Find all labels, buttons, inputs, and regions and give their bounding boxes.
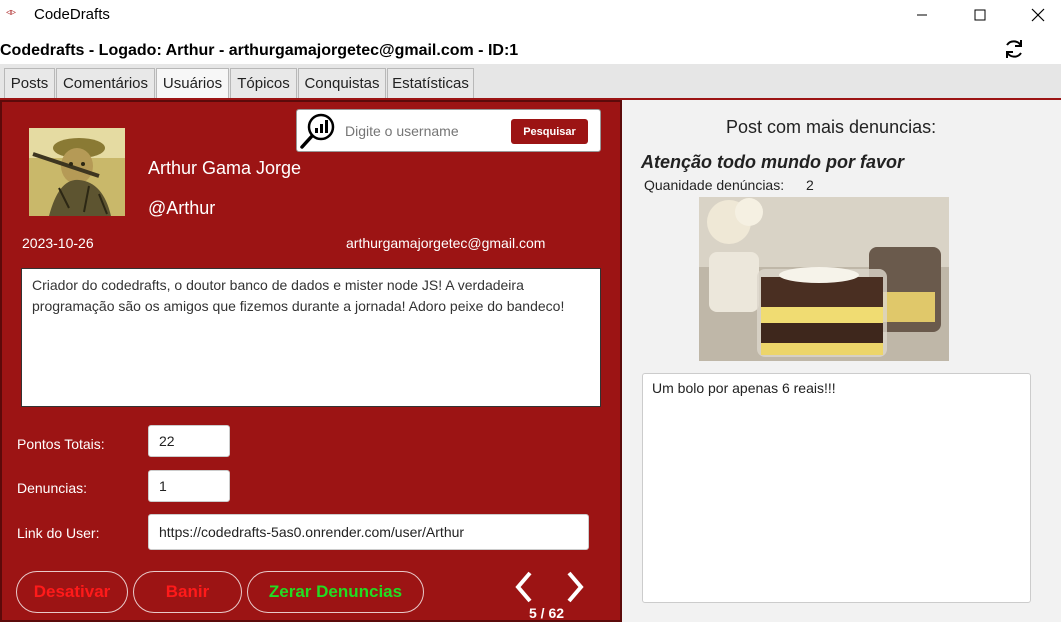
session-info: Codedrafts - Logado: Arthur - arthurgama… (0, 42, 519, 59)
page-counter: 5 / 62 (529, 605, 565, 621)
minimize-button[interactable] (899, 0, 945, 30)
refresh-icon[interactable] (1002, 37, 1026, 61)
avatar (29, 128, 125, 216)
most-reported-panel: Post com mais denuncias: Atenção todo mu… (622, 100, 1061, 622)
user-username: @Arthur (148, 198, 216, 218)
user-bio[interactable]: Criador do codedrafts, o doutor banco de… (21, 268, 601, 407)
codedrafts-logo-icon: ◃▹ (6, 7, 17, 18)
maximize-icon (974, 9, 986, 21)
user-detail-panel: Arthur Gama Jorge @Arthur 2023-10-26 art… (0, 100, 622, 622)
search-stats-icon (300, 113, 335, 149)
link-label: Link do User: (17, 525, 100, 541)
maximize-button[interactable] (957, 0, 1003, 30)
ban-button[interactable]: Banir (133, 571, 242, 613)
close-icon (1031, 8, 1045, 22)
user-join-date: 2023-10-26 (22, 235, 94, 251)
deactivate-button[interactable]: Desativar (16, 571, 128, 613)
session-info-bar: Codedrafts - Logado: Arthur - arthurgama… (0, 30, 1061, 64)
post-image (699, 197, 949, 361)
search-input[interactable] (345, 119, 505, 143)
report-count: 2 (806, 177, 814, 193)
user-search: Pesquisar (296, 109, 601, 152)
points-field[interactable]: 22 (148, 425, 230, 457)
post-title: Atenção todo mundo por favor (641, 152, 904, 172)
post-body[interactable]: Um bolo por apenas 6 reais!!! (642, 373, 1031, 603)
most-reported-heading: Post com mais denuncias: (726, 117, 937, 137)
tab-topicos[interactable]: Tópicos (230, 68, 297, 98)
tab-conquistas[interactable]: Conquistas (298, 68, 386, 98)
tab-usuarios[interactable]: Usuários (156, 68, 229, 98)
user-email: arthurgamajorgetec@gmail.com (346, 235, 546, 251)
window-titlebar: ◃▹ CodeDrafts (0, 0, 1061, 30)
tab-estatisticas[interactable]: Estatísticas (387, 68, 474, 98)
user-link-field[interactable]: https://codedrafts-5as0.onrender.com/use… (148, 514, 589, 550)
report-count-label: Quanidade denúncias: (644, 177, 785, 193)
chevron-left-icon[interactable] (513, 570, 535, 604)
user-full-name: Arthur Gama Jorge (148, 158, 302, 178)
reset-reports-button[interactable]: Zerar Denuncias (247, 571, 424, 613)
tab-bar: Posts Comentários Usuários Tópicos Conqu… (0, 64, 1061, 100)
window-title: CodeDrafts (34, 6, 110, 23)
chevron-right-icon[interactable] (564, 570, 586, 604)
tab-comentarios[interactable]: Comentários (56, 68, 155, 98)
tab-posts[interactable]: Posts (4, 68, 55, 98)
minimize-icon (917, 14, 927, 16)
reports-field[interactable]: 1 (148, 470, 230, 502)
points-label: Pontos Totais: (17, 436, 105, 452)
reports-label: Denuncias: (17, 480, 88, 496)
search-button[interactable]: Pesquisar (511, 119, 588, 144)
close-button[interactable] (1015, 0, 1061, 30)
